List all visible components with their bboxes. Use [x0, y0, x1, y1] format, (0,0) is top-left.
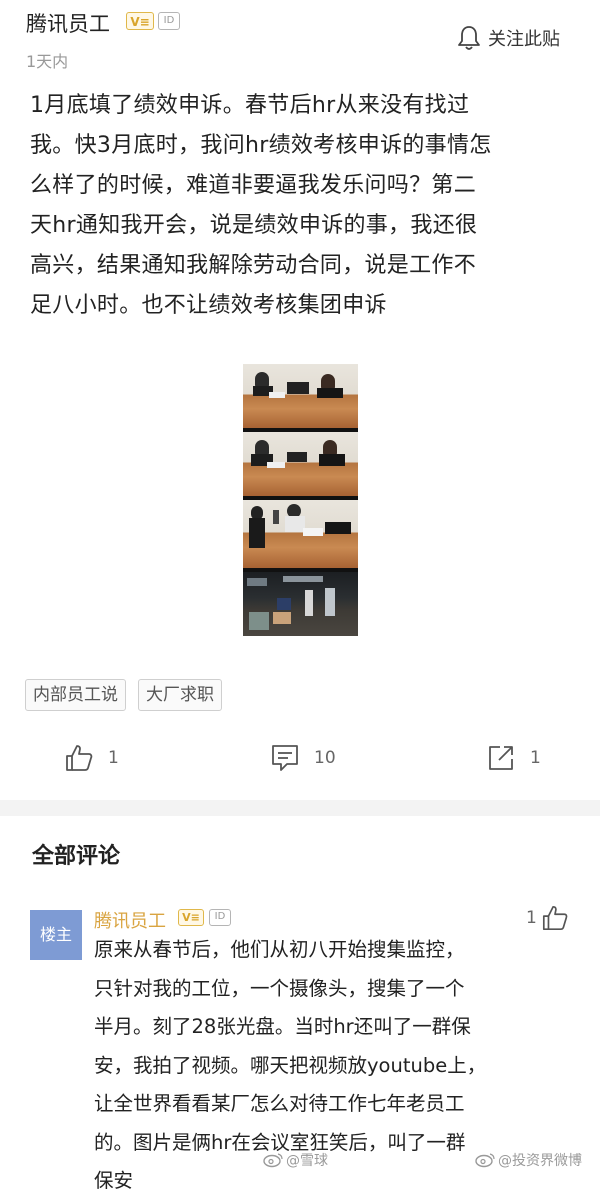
post-line: 足八小时。也不让绩效考核集团申诉 — [30, 293, 387, 318]
watermark: @雪球 — [262, 1150, 328, 1170]
avatar[interactable]: 楼主 — [30, 910, 82, 960]
photo-frame — [243, 572, 358, 636]
photo-frame — [243, 432, 358, 496]
post-time: 1天内 — [26, 52, 69, 71]
thumbs-up-icon — [66, 745, 93, 771]
comment-author[interactable]: 腾讯员工 — [94, 907, 166, 933]
comment-count: 10 — [314, 748, 336, 768]
photo-frame — [243, 364, 358, 428]
comments-title: 全部评论 — [32, 844, 121, 869]
post-line: 高兴，结果通知我解除劳动合同，说是工作不 — [30, 253, 477, 278]
action-bar: 1 10 1 — [0, 738, 600, 782]
comment-like-count: 1 — [526, 908, 537, 928]
photo-frame — [243, 500, 358, 568]
comment-like-button[interactable]: 1 — [526, 904, 569, 932]
verified-badge: V≡ — [178, 909, 204, 926]
thumbs-up-icon — [542, 905, 568, 931]
follow-post-button[interactable]: 关注此贴 — [456, 20, 586, 56]
comment-line: 安，我拍了视频。哪天把视频放youtube上， — [94, 1053, 487, 1077]
comment-line: 只针对我的工位，一个摄像头，搜集了一个 — [94, 976, 465, 1000]
comment-icon — [272, 745, 298, 771]
share-count: 1 — [530, 748, 541, 768]
section-divider — [0, 800, 600, 816]
comment-button[interactable]: 10 — [270, 738, 336, 778]
weibo-icon — [263, 1153, 283, 1168]
watermarks: @雪球 @投资界微博 — [0, 1150, 600, 1176]
comment-line: 半月。刻了28张光盘。当时hr还叫了一群保 — [94, 1015, 471, 1038]
follow-label: 关注此贴 — [488, 29, 560, 50]
weibo-icon — [475, 1153, 495, 1168]
share-button[interactable]: 1 — [486, 738, 541, 778]
post-body: 1月底填了绩效申诉。春节后hr从来没有找过 我。快3月底时，我问hr绩效考核申诉… — [30, 86, 570, 326]
id-badge: ID — [209, 909, 231, 926]
tag-chip[interactable]: 大厂求职 — [138, 679, 222, 711]
tag-chip[interactable]: 内部员工说 — [25, 679, 126, 711]
id-badge: ID — [158, 12, 180, 30]
comment-line: 原来从春节后，他们从初八开始搜集监控， — [94, 938, 465, 961]
verified-badge: V≡ — [126, 12, 154, 30]
watermark: @投资界微博 — [474, 1150, 582, 1170]
like-count: 1 — [108, 748, 119, 768]
post-line: 我。快3月底时，我问hr绩效考核申诉的事情怎 — [30, 133, 492, 158]
like-button[interactable]: 1 — [64, 738, 119, 778]
post-line: 天hr通知我开会，说是绩效申诉的事，我还很 — [30, 213, 478, 238]
post-line: 1月底填了绩效申诉。春节后hr从来没有找过 — [30, 93, 470, 118]
author-name[interactable]: 腾讯员工 — [26, 8, 110, 38]
tag-list: 内部员工说 大厂求职 — [25, 679, 222, 711]
watermark-text: @雪球 — [286, 1153, 328, 1169]
comment-item: 楼主 腾讯员工 V≡ ID 1 原来从春节后，他们从初八开始搜集监控， 只针对我… — [0, 900, 600, 1192]
comment-line: 让全世界看看某厂怎么对待工作七年老员工 — [94, 1092, 465, 1115]
post-line: 么样了的时候，难道非要逼我发乐问吗？第二 — [30, 173, 477, 198]
post-header: 腾讯员工 V≡ ID 1天内 关注此贴 — [0, 0, 600, 80]
watermark-text: @投资界微博 — [498, 1153, 582, 1169]
bell-icon — [458, 26, 480, 50]
share-icon — [489, 746, 513, 770]
post-image[interactable] — [243, 364, 358, 636]
